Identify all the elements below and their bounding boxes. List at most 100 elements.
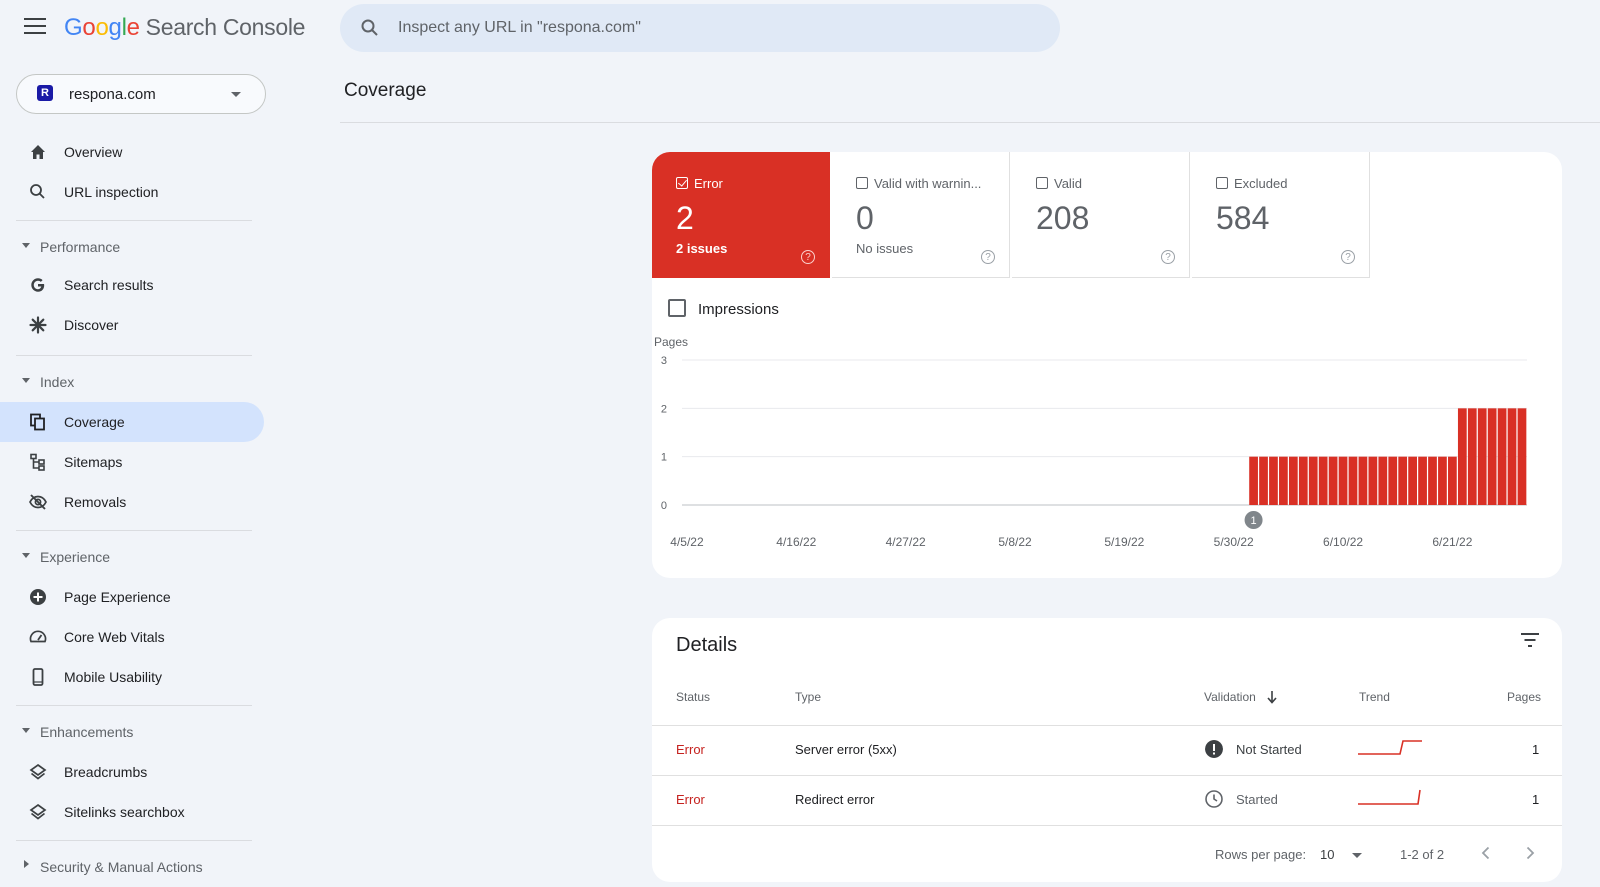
dropdown-arrow-icon xyxy=(1352,853,1362,858)
row-divider xyxy=(652,725,1562,726)
chart-bar xyxy=(1358,456,1368,505)
visibility-off-icon xyxy=(29,494,47,510)
help-icon[interactable]: ? xyxy=(801,250,815,264)
sidebar-section-experience[interactable]: Experience xyxy=(0,542,264,572)
sidebar-label: Breadcrumbs xyxy=(64,764,148,780)
help-icon[interactable]: ? xyxy=(981,250,995,264)
layers-icon xyxy=(29,803,47,820)
impressions-label: Impressions xyxy=(698,301,779,318)
sidebar-item-core-web-vitals[interactable]: Core Web Vitals xyxy=(0,617,264,657)
section-label: Enhancements xyxy=(40,724,134,740)
sidebar-item-search-results[interactable]: Search results xyxy=(0,265,264,305)
home-icon xyxy=(31,145,45,159)
column-header-pages[interactable]: Pages xyxy=(1507,690,1541,704)
help-icon[interactable]: ? xyxy=(1161,250,1175,264)
x-tick-label: 5/19/22 xyxy=(1104,535,1144,549)
y-tick-label: 0 xyxy=(661,500,667,512)
sidebar-item-discover[interactable]: Discover xyxy=(0,305,264,345)
speed-gauge-icon xyxy=(29,630,47,643)
section-label: Index xyxy=(40,374,75,390)
caret-down-icon xyxy=(22,378,30,383)
sidebar-label: Overview xyxy=(64,144,123,160)
caret-down-icon xyxy=(22,553,30,558)
checkbox-checked-icon[interactable] xyxy=(676,177,688,189)
column-header-status[interactable]: Status xyxy=(676,690,710,704)
checkbox-icon[interactable] xyxy=(668,299,686,317)
search-input[interactable]: Inspect any URL in "respona.com" xyxy=(398,19,641,37)
chart-bar xyxy=(1378,456,1388,505)
sidebar-label: Core Web Vitals xyxy=(64,629,165,645)
chevron-right-icon[interactable] xyxy=(1520,843,1540,863)
logo-letter: G xyxy=(64,14,83,41)
tile-label: Excluded xyxy=(1234,176,1288,191)
sort-arrow-down-icon[interactable] xyxy=(1266,690,1278,704)
tile-label: Valid xyxy=(1054,176,1082,191)
sidebar-divider xyxy=(16,220,252,221)
chevron-left-icon[interactable] xyxy=(1476,843,1496,863)
sidebar-divider xyxy=(16,705,252,706)
row-status: Error xyxy=(676,742,705,757)
column-header-type[interactable]: Type xyxy=(795,690,821,704)
smartphone-icon xyxy=(32,668,44,686)
chart-bar xyxy=(1249,456,1258,505)
header-divider xyxy=(340,122,1600,123)
sidebar-section-security[interactable]: Security & Manual Actions xyxy=(0,852,264,882)
url-inspect-search[interactable]: Inspect any URL in "respona.com" xyxy=(340,4,1060,52)
tile-valid-with-warnings[interactable]: Valid with warnin... 0 No issues ? xyxy=(832,152,1010,278)
logo-letter: o xyxy=(95,14,109,41)
sidebar-section-performance[interactable]: Performance xyxy=(0,232,264,262)
pagination-range: 1-2 of 2 xyxy=(1400,847,1445,862)
filter-icon[interactable] xyxy=(1520,632,1540,648)
chart-bar xyxy=(1368,456,1378,505)
sidebar-divider xyxy=(16,840,252,841)
sidebar-item-page-experience[interactable]: Page Experience xyxy=(0,577,264,617)
sidebar-item-url-inspection[interactable]: URL inspection xyxy=(0,172,264,212)
chart-bar xyxy=(1507,408,1517,505)
sidebar-label: Coverage xyxy=(64,414,125,430)
sidebar-item-sitelinks-searchbox[interactable]: Sitelinks searchbox xyxy=(0,792,264,832)
x-tick-label: 4/5/22 xyxy=(670,535,704,549)
checkbox-icon[interactable] xyxy=(1036,177,1048,189)
checkbox-icon[interactable] xyxy=(856,177,868,189)
sidebar-section-enhancements[interactable]: Enhancements xyxy=(0,717,264,747)
search-icon xyxy=(30,184,45,199)
caret-right-icon xyxy=(24,860,29,868)
checkbox-icon[interactable] xyxy=(1216,177,1228,189)
tile-excluded[interactable]: Excluded 584 ? xyxy=(1192,152,1370,278)
sidebar-item-coverage[interactable]: Coverage xyxy=(0,402,264,442)
sidebar-divider xyxy=(16,355,252,356)
chart-bar xyxy=(1497,408,1507,505)
help-icon[interactable]: ? xyxy=(1341,250,1355,264)
row-pages: 1 xyxy=(1532,792,1540,807)
chart-bar xyxy=(1467,408,1477,505)
tile-valid[interactable]: Valid 208 ? xyxy=(1012,152,1190,278)
sidebar-item-mobile-usability[interactable]: Mobile Usability xyxy=(0,657,264,697)
tile-error[interactable]: Error 2 2 issues ? xyxy=(652,152,830,278)
x-tick-label: 5/30/22 xyxy=(1214,535,1254,549)
section-label: Security & Manual Actions xyxy=(40,859,203,875)
row-status: Error xyxy=(676,792,705,807)
chart-bar xyxy=(1298,456,1308,505)
file-copy-icon xyxy=(30,413,45,431)
property-name: respona.com xyxy=(69,86,156,103)
property-selector[interactable]: R respona.com xyxy=(16,74,266,114)
sidebar-item-removals[interactable]: Removals xyxy=(0,482,264,522)
sitemap-icon xyxy=(30,453,45,471)
rows-per-page-select[interactable]: 10 xyxy=(1320,843,1366,865)
column-header-validation[interactable]: Validation xyxy=(1204,690,1256,704)
row-pages: 1 xyxy=(1532,742,1540,757)
sidebar-label: Search results xyxy=(64,277,154,293)
sidebar-item-breadcrumbs[interactable]: Breadcrumbs xyxy=(0,752,264,792)
column-header-trend[interactable]: Trend xyxy=(1359,690,1390,704)
chart-bar xyxy=(1438,456,1447,505)
menu-icon[interactable] xyxy=(24,18,46,36)
x-tick-label: 4/16/22 xyxy=(776,535,816,549)
sidebar-item-overview[interactable]: Overview xyxy=(0,132,264,172)
sidebar-item-sitemaps[interactable]: Sitemaps xyxy=(0,442,264,482)
asterisk-icon xyxy=(29,316,47,334)
sidebar-section-index[interactable]: Index xyxy=(0,367,264,397)
app-logo[interactable]: Google Search Console xyxy=(64,14,305,42)
logo-letter: o xyxy=(82,14,96,41)
section-label: Performance xyxy=(40,239,121,255)
chart-bar xyxy=(1338,456,1348,505)
